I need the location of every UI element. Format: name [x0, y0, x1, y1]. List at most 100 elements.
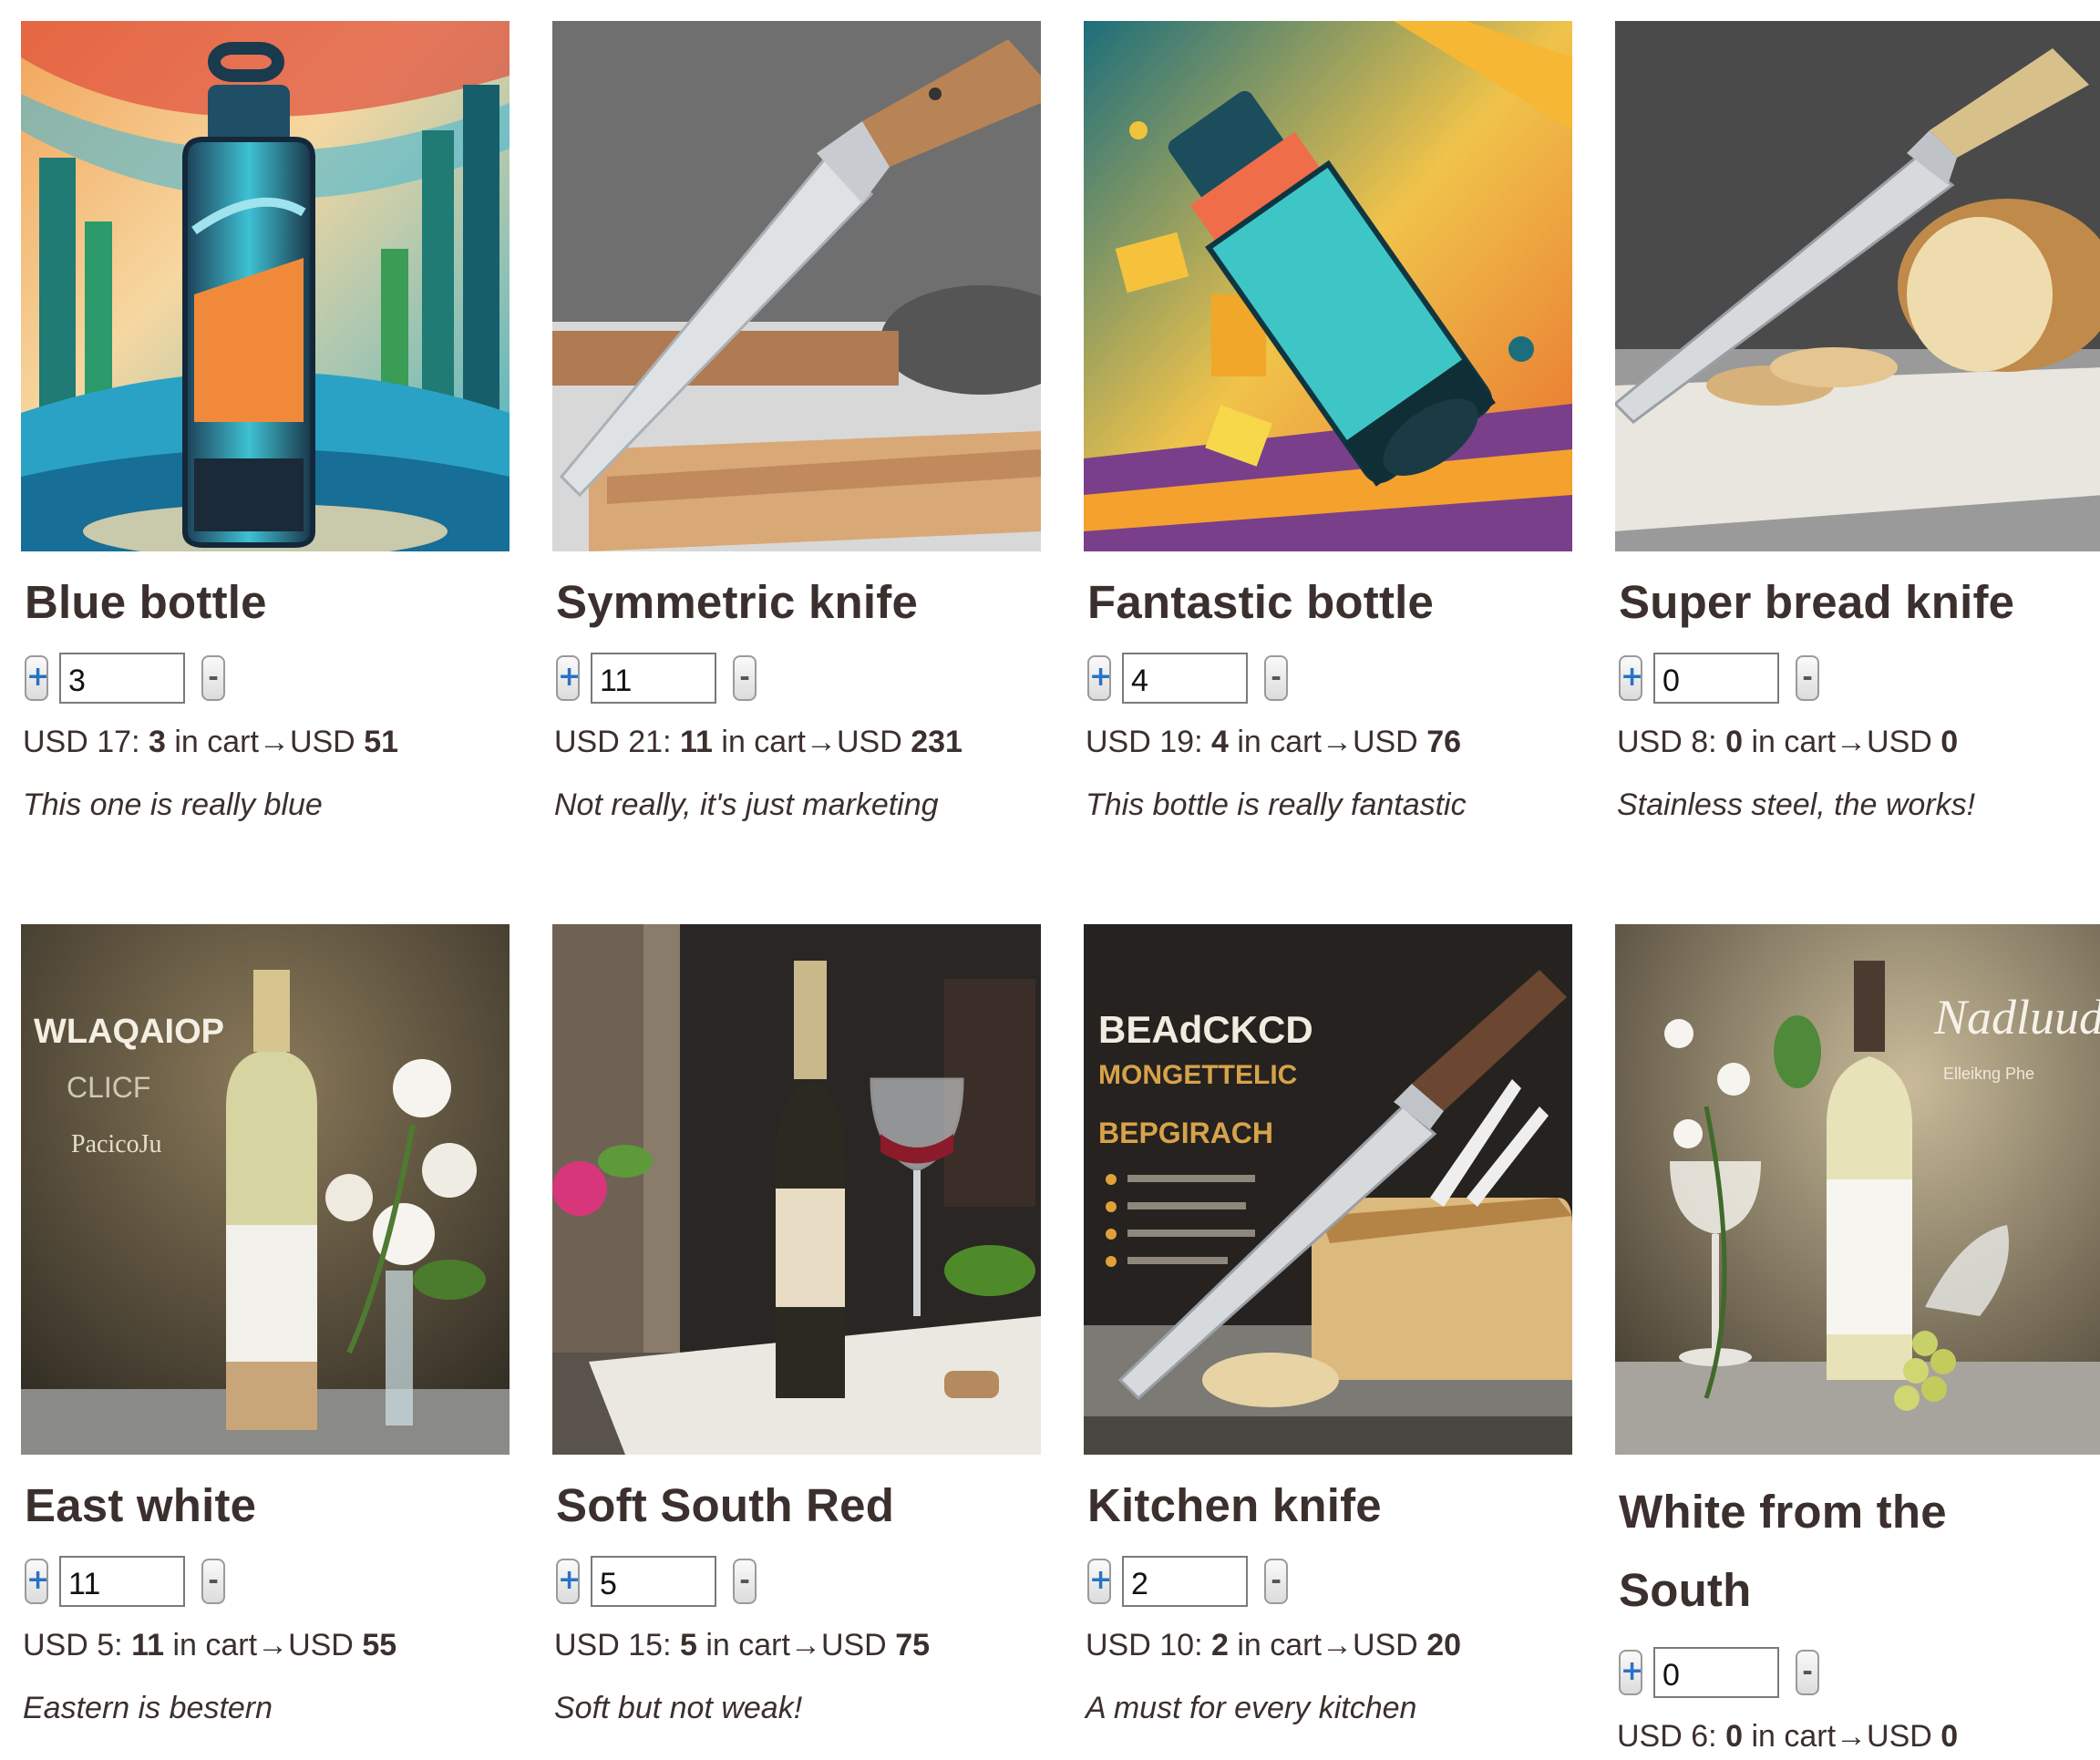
product-card: Super bread knife + - USD 8: 0 in cart→U… — [1615, 21, 2100, 823]
quantity-input[interactable] — [1653, 1647, 1779, 1698]
product-card: WLAQAIOP CLICF PacicoJu East white + - — [21, 924, 510, 1726]
decrement-button[interactable]: - — [201, 655, 225, 701]
increment-button[interactable]: + — [1619, 655, 1643, 701]
quantity-stepper: + - — [1619, 1646, 2100, 1699]
quantity-input[interactable] — [591, 1556, 716, 1607]
currency: USD — [23, 1628, 88, 1662]
knife-illustration — [552, 21, 1041, 551]
in-cart-label: in cart — [721, 725, 806, 759]
product-title: East white — [25, 1479, 257, 1531]
label-text: Nadluud — [1933, 990, 2100, 1045]
increment-button[interactable]: + — [1087, 655, 1112, 701]
product-description: Eastern is bestern — [23, 1691, 273, 1725]
price-line: USD 5: 11 in cart→USD 55 — [23, 1628, 397, 1662]
decrement-button[interactable]: - — [733, 655, 757, 701]
product-image[interactable]: BEAdCKCD MONGETTELIC BEPGIRACH — [1084, 924, 1572, 1455]
arrow: → — [1321, 725, 1353, 759]
line-total: 75 — [895, 1628, 931, 1662]
product-title: Blue bottle — [25, 576, 267, 628]
quantity-stepper: + - — [1087, 1555, 1572, 1608]
cart-qty: 3 — [148, 725, 166, 759]
product-image[interactable]: Nadluud Elleikng Phe — [1615, 924, 2100, 1455]
currency: USD — [289, 725, 355, 759]
currency: USD — [288, 1628, 354, 1662]
quantity-input[interactable] — [1122, 653, 1248, 704]
currency: USD — [554, 1628, 620, 1662]
quantity-input[interactable] — [59, 1556, 185, 1607]
product-description: This bottle is really fantastic — [1086, 787, 1467, 822]
product-description: Soft but not weak! — [554, 1691, 803, 1725]
label-text: WLAQAIOP — [34, 1013, 224, 1051]
arrow: → — [258, 725, 290, 759]
label-text: PacicoJu — [71, 1130, 162, 1158]
product-title: White from the South — [1619, 1486, 1947, 1616]
increment-button[interactable]: + — [556, 1559, 581, 1604]
decrement-button[interactable]: - — [1796, 1650, 1819, 1695]
unit-price: 15 — [628, 1628, 664, 1662]
product-description: Not really, it's just marketing — [554, 787, 939, 822]
line-total: 20 — [1426, 1628, 1462, 1662]
quantity-input[interactable] — [591, 653, 716, 704]
product-description: A must for every kitchen — [1086, 1691, 1417, 1725]
kitchen-knife-illustration: BEAdCKCD MONGETTELIC BEPGIRACH — [1084, 924, 1572, 1455]
quantity-stepper: + - — [25, 1555, 510, 1608]
product-image[interactable] — [1084, 21, 1572, 551]
unit-price: 17 — [97, 725, 132, 759]
currency: USD — [23, 725, 88, 759]
quantity-stepper: + - — [25, 652, 510, 705]
increment-button[interactable]: + — [25, 1559, 49, 1604]
red-wine-illustration — [552, 924, 1041, 1455]
product-card: Nadluud Elleikng Phe White from the Sout… — [1615, 924, 2100, 1755]
decrement-button[interactable]: - — [733, 1559, 757, 1604]
quantity-input[interactable] — [1653, 653, 1779, 704]
decrement-button[interactable]: - — [1264, 1559, 1288, 1604]
currency: USD — [1867, 1719, 1932, 1754]
decrement-button[interactable]: - — [1264, 655, 1288, 701]
product-title: Soft South Red — [556, 1479, 895, 1531]
product-image[interactable]: WLAQAIOP CLICF PacicoJu — [21, 924, 510, 1455]
currency: USD — [1352, 1628, 1418, 1662]
currency: USD — [1086, 1628, 1151, 1662]
increment-button[interactable]: + — [556, 655, 581, 701]
product-card: Fantastic bottle + - USD 19: 4 in cart→U… — [1084, 21, 1572, 823]
increment-button[interactable]: + — [1087, 1559, 1112, 1604]
line-total: 0 — [1940, 1719, 1959, 1754]
price-line: USD 15: 5 in cart→USD 75 — [554, 1628, 931, 1662]
unit-price: 8 — [1691, 725, 1709, 759]
product-image[interactable] — [21, 21, 510, 551]
product-title: Fantastic bottle — [1087, 576, 1435, 628]
label-text: Elleikng Phe — [1943, 1065, 2034, 1083]
line-total: 0 — [1940, 725, 1959, 759]
price-line: USD 8: 0 in cart→USD 0 — [1617, 725, 1959, 759]
quantity-input[interactable] — [1122, 1556, 1248, 1607]
decrement-button[interactable]: - — [1796, 655, 1819, 701]
in-cart-label: in cart — [174, 725, 259, 759]
product-image[interactable] — [552, 21, 1041, 551]
line-total: 231 — [911, 725, 962, 759]
cart-qty: 0 — [1725, 725, 1743, 759]
cart-qty: 11 — [679, 725, 713, 759]
line-total: 76 — [1426, 725, 1462, 759]
increment-button[interactable]: + — [25, 655, 49, 701]
product-image[interactable] — [1615, 21, 2100, 551]
quantity-input[interactable] — [59, 653, 185, 704]
quantity-stepper: + - — [1619, 652, 2100, 705]
unit-price: 19 — [1159, 725, 1195, 759]
line-total: 51 — [364, 725, 399, 759]
product-card: Soft South Red + - USD 15: 5 in cart→USD… — [552, 924, 1041, 1726]
quantity-stepper: + - — [556, 1555, 1041, 1608]
cart-qty: 11 — [131, 1628, 165, 1662]
product-title: Super bread knife — [1619, 576, 2015, 628]
in-cart-label: in cart — [1237, 725, 1322, 759]
product-image[interactable] — [552, 924, 1041, 1455]
arrow: → — [1321, 1628, 1353, 1662]
arrow: → — [1836, 1719, 1868, 1754]
line-total: 55 — [362, 1628, 397, 1662]
increment-button[interactable]: + — [1619, 1650, 1643, 1695]
product-card: Symmetric knife + - USD 21: 11 in cart→U… — [552, 21, 1041, 823]
unit-price: 10 — [1159, 1628, 1195, 1662]
decrement-button[interactable]: - — [201, 1559, 225, 1604]
quantity-stepper: + - — [556, 652, 1041, 705]
blue-bottle-illustration — [21, 21, 510, 551]
label-text: BEPGIRACH — [1098, 1117, 1273, 1149]
